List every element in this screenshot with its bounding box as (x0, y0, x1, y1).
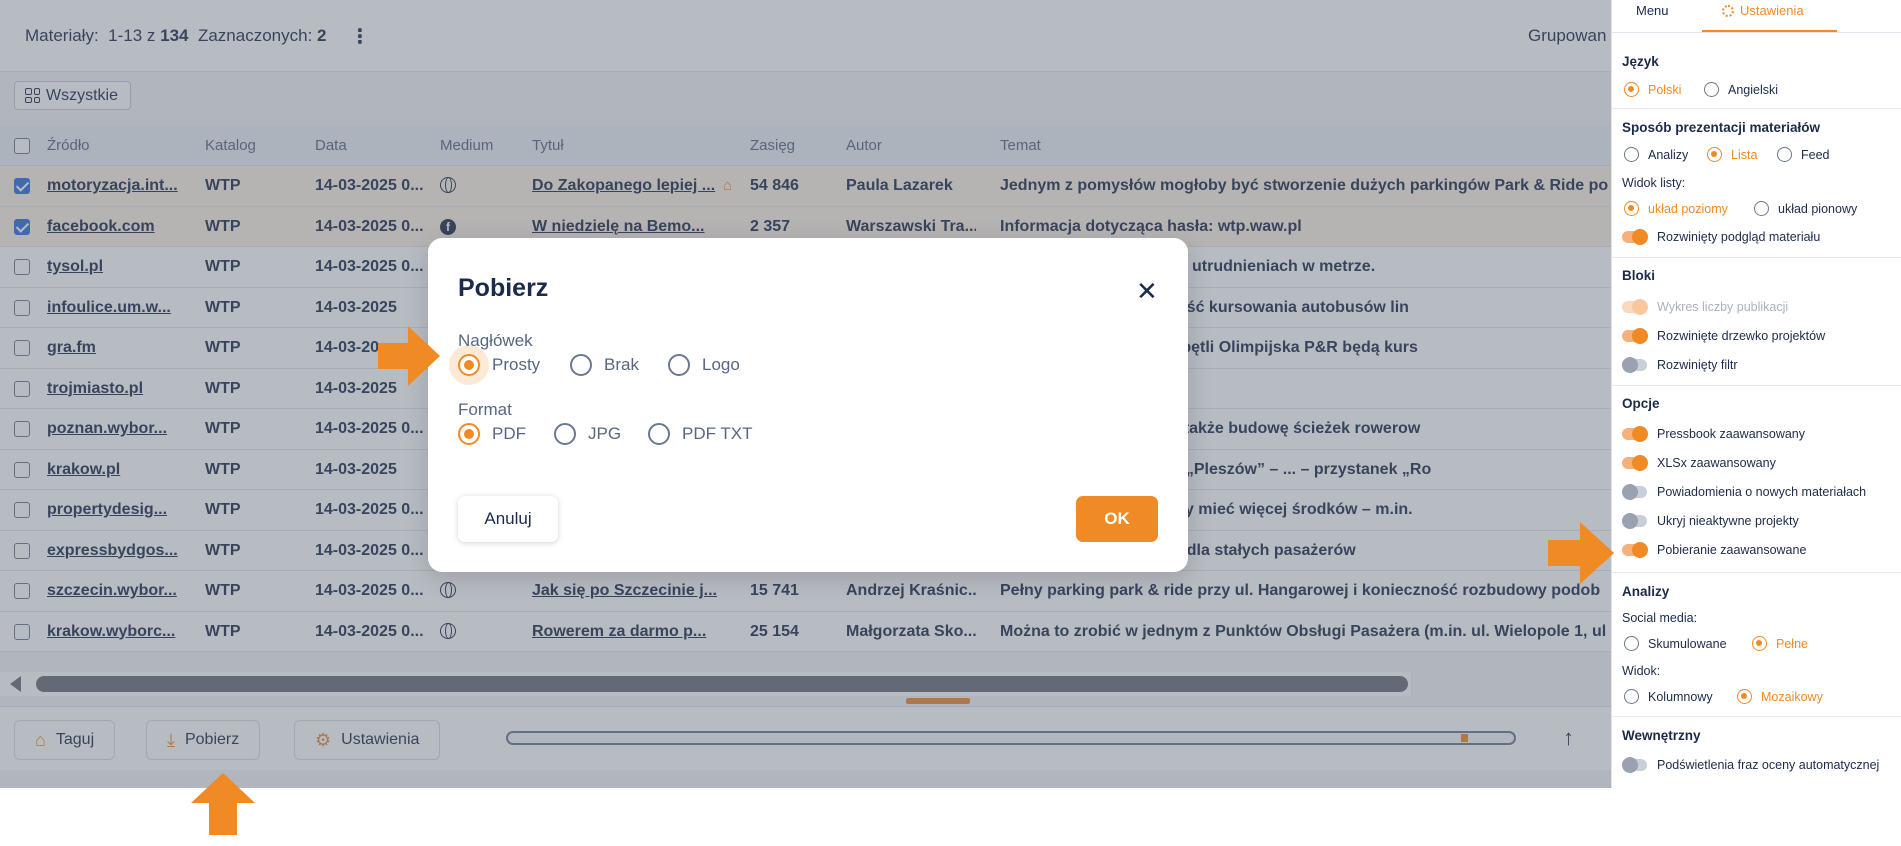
present-list[interactable]: Lista (1707, 147, 1757, 162)
annotation-arrow-up-icon (191, 773, 255, 835)
radio-icon (648, 423, 670, 445)
toggle-pressbook[interactable]: Pressbook zaawansowany (1622, 426, 1805, 442)
toggle-switch (1622, 757, 1647, 773)
ok-button[interactable]: OK (1076, 496, 1158, 542)
toggle-switch (1622, 299, 1648, 315)
toggle-notifications[interactable]: Powiadomienia o nowych materiałach (1622, 484, 1866, 500)
close-icon[interactable]: ✕ (1136, 278, 1158, 304)
toggle-publication-chart[interactable]: Wykres liczby publikacji (1622, 299, 1788, 315)
settings-panel: Menu Ustawienia Język Polski Angielski S… (1611, 0, 1901, 788)
toggle-switch (1622, 484, 1647, 500)
annotation-arrow-right-icon (1548, 522, 1614, 584)
divider (1612, 385, 1901, 386)
present-feed[interactable]: Feed (1777, 147, 1830, 162)
radio-icon (570, 354, 592, 376)
divider (1612, 257, 1901, 258)
list-horizontal[interactable]: układ poziomy (1624, 201, 1728, 216)
internal-title: Wewnętrzny (1622, 728, 1701, 743)
toggle-hide-inactive[interactable]: Ukryj nieaktywne projekty (1622, 513, 1799, 529)
divider (1612, 716, 1901, 717)
panel-tabs: Menu Ustawienia (1612, 0, 1901, 33)
toggle-switch (1622, 328, 1648, 344)
view-columnar[interactable]: Kolumnowy (1624, 689, 1713, 704)
radio-icon (1737, 689, 1752, 704)
radio-icon (1754, 201, 1769, 216)
blocks-title: Bloki (1622, 268, 1656, 283)
active-tab-indicator (1702, 30, 1837, 32)
divider (1612, 572, 1901, 573)
radio-icon (1704, 82, 1719, 97)
presentation-title: Sposób prezentacji materiałów (1622, 120, 1821, 135)
radio-icon (1624, 636, 1639, 651)
radio-icon (668, 354, 690, 376)
analysis-title: Analizy (1622, 584, 1670, 599)
toggle-switch (1622, 426, 1648, 442)
lang-english[interactable]: Angielski (1704, 82, 1778, 97)
tab-menu[interactable]: Menu (1636, 3, 1669, 18)
list-view-label: Widok listy: (1622, 176, 1686, 190)
header-section-label: Nagłówek (458, 331, 533, 350)
dialog-title: Pobierz (458, 274, 549, 302)
header-option-simple[interactable]: Prosty (458, 354, 540, 376)
radio-icon (1707, 147, 1722, 162)
lang-polish[interactable]: Polski (1624, 82, 1681, 97)
present-analyses[interactable]: Analizy (1624, 147, 1688, 162)
format-option-jpg[interactable]: JPG (554, 423, 621, 445)
toggle-xlsx[interactable]: XLSx zaawansowany (1622, 455, 1776, 471)
format-section-label: Format (458, 400, 512, 419)
social-cumulative[interactable]: Skumulowane (1624, 636, 1727, 651)
toggle-project-tree[interactable]: Rozwinięte drzewko projektów (1622, 328, 1825, 344)
gear-icon (1722, 5, 1734, 17)
radio-icon (1624, 82, 1639, 97)
toggle-advanced-download[interactable]: Pobieranie zaawansowane (1622, 542, 1806, 558)
download-dialog: Pobierz ✕ Nagłówek Prosty Brak Logo Form… (428, 238, 1188, 572)
toggle-switch (1622, 229, 1648, 245)
cancel-button[interactable]: Anuluj (458, 496, 558, 542)
tab-settings[interactable]: Ustawienia (1722, 3, 1804, 18)
view-label: Widok: (1622, 664, 1661, 678)
radio-icon (458, 354, 480, 376)
view-mosaic[interactable]: Mozaikowy (1737, 689, 1823, 704)
list-vertical[interactable]: układ pionowy (1754, 201, 1857, 216)
radio-icon (554, 423, 576, 445)
radio-icon (1752, 636, 1767, 651)
toggle-phrase-highlight[interactable]: Podświetlenia fraz oceny automatycznej (1622, 757, 1879, 773)
social-media-label: Social media: (1622, 611, 1698, 625)
language-title: Język (1622, 54, 1659, 69)
toggle-switch (1622, 542, 1648, 558)
options-title: Opcje (1622, 396, 1660, 411)
radio-icon (1777, 147, 1792, 162)
toggle-switch (1622, 455, 1648, 471)
format-option-pdf-txt[interactable]: PDF TXT (648, 423, 753, 445)
toggle-switch (1622, 513, 1647, 529)
radio-icon (1624, 689, 1639, 704)
divider (1612, 108, 1901, 109)
radio-icon (1624, 201, 1639, 216)
toggle-expanded-preview[interactable]: Rozwinięty podgląd materiału (1622, 229, 1820, 245)
header-option-none[interactable]: Brak (570, 354, 639, 376)
toggle-switch (1622, 357, 1647, 373)
toggle-filter[interactable]: Rozwinięty filtr (1622, 357, 1738, 373)
header-option-logo[interactable]: Logo (668, 354, 740, 376)
annotation-arrow-right-icon (378, 326, 440, 386)
radio-icon (458, 423, 480, 445)
social-full[interactable]: Pełne (1752, 636, 1808, 651)
radio-icon (1624, 147, 1639, 162)
format-option-pdf[interactable]: PDF (458, 423, 526, 445)
